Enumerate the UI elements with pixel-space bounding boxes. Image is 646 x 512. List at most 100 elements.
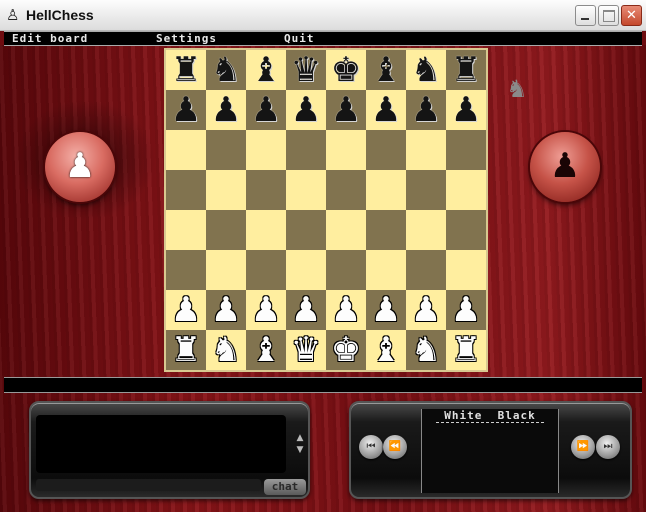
- black-pawn-icon[interactable]: ♟: [166, 90, 206, 130]
- square-e5[interactable]: [326, 170, 366, 210]
- square-h3[interactable]: [446, 250, 486, 290]
- square-g3[interactable]: [406, 250, 446, 290]
- square-b3[interactable]: [206, 250, 246, 290]
- square-g8[interactable]: ♞: [406, 50, 446, 90]
- menu-settings[interactable]: Settings: [156, 32, 217, 45]
- white-pawn-icon[interactable]: ♟: [166, 290, 206, 330]
- next-move-button[interactable]: ⏩: [571, 435, 595, 459]
- white-rook-icon[interactable]: ♜: [446, 330, 486, 370]
- square-b1[interactable]: ♞: [206, 330, 246, 370]
- square-g6[interactable]: [406, 130, 446, 170]
- square-c6[interactable]: [246, 130, 286, 170]
- white-pawn-icon[interactable]: ♟: [326, 290, 366, 330]
- square-f1[interactable]: ♝: [366, 330, 406, 370]
- square-a1[interactable]: ♜: [166, 330, 206, 370]
- square-a4[interactable]: [166, 210, 206, 250]
- square-d2[interactable]: ♟: [286, 290, 326, 330]
- chevron-down-icon[interactable]: ▼: [295, 445, 305, 455]
- white-knight-icon[interactable]: ♞: [206, 330, 246, 370]
- chat-button[interactable]: chat: [264, 479, 306, 495]
- white-pawn-icon[interactable]: ♟: [406, 290, 446, 330]
- black-queen-icon[interactable]: ♛: [286, 50, 326, 90]
- white-bishop-icon[interactable]: ♝: [366, 330, 406, 370]
- square-e3[interactable]: [326, 250, 366, 290]
- white-bishop-icon[interactable]: ♝: [246, 330, 286, 370]
- square-b4[interactable]: [206, 210, 246, 250]
- square-f8[interactable]: ♝: [366, 50, 406, 90]
- square-f3[interactable]: [366, 250, 406, 290]
- black-pawn-icon[interactable]: ♟: [286, 90, 326, 130]
- square-h6[interactable]: [446, 130, 486, 170]
- square-g1[interactable]: ♞: [406, 330, 446, 370]
- black-knight-icon[interactable]: ♞: [206, 50, 246, 90]
- black-bishop-icon[interactable]: ♝: [366, 50, 406, 90]
- white-rook-icon[interactable]: ♜: [166, 330, 206, 370]
- black-pawn-icon[interactable]: ♟: [446, 90, 486, 130]
- square-a7[interactable]: ♟: [166, 90, 206, 130]
- square-d4[interactable]: [286, 210, 326, 250]
- square-e8[interactable]: ♚: [326, 50, 366, 90]
- square-h8[interactable]: ♜: [446, 50, 486, 90]
- square-c1[interactable]: ♝: [246, 330, 286, 370]
- black-rook-icon[interactable]: ♜: [446, 50, 486, 90]
- square-h7[interactable]: ♟: [446, 90, 486, 130]
- square-e1[interactable]: ♚: [326, 330, 366, 370]
- white-pawn-icon[interactable]: ♟: [206, 290, 246, 330]
- square-f7[interactable]: ♟: [366, 90, 406, 130]
- square-e6[interactable]: [326, 130, 366, 170]
- square-b5[interactable]: [206, 170, 246, 210]
- square-d1[interactable]: ♛: [286, 330, 326, 370]
- white-pawn-icon[interactable]: ♟: [286, 290, 326, 330]
- white-pawn-icon[interactable]: ♟: [366, 290, 406, 330]
- square-b2[interactable]: ♟: [206, 290, 246, 330]
- square-f6[interactable]: [366, 130, 406, 170]
- square-e4[interactable]: [326, 210, 366, 250]
- close-button[interactable]: ✕: [621, 5, 642, 26]
- chevron-up-icon[interactable]: ▲: [295, 433, 305, 443]
- square-a8[interactable]: ♜: [166, 50, 206, 90]
- square-a6[interactable]: [166, 130, 206, 170]
- square-a2[interactable]: ♟: [166, 290, 206, 330]
- square-h1[interactable]: ♜: [446, 330, 486, 370]
- square-c8[interactable]: ♝: [246, 50, 286, 90]
- menu-edit-board[interactable]: Edit board: [12, 32, 88, 45]
- square-c2[interactable]: ♟: [246, 290, 286, 330]
- square-c4[interactable]: [246, 210, 286, 250]
- square-a3[interactable]: [166, 250, 206, 290]
- first-move-button[interactable]: ⏮: [359, 435, 383, 459]
- square-e7[interactable]: ♟: [326, 90, 366, 130]
- square-b8[interactable]: ♞: [206, 50, 246, 90]
- black-bishop-icon[interactable]: ♝: [246, 50, 286, 90]
- black-pawn-icon[interactable]: ♟: [326, 90, 366, 130]
- white-pawn-icon[interactable]: ♟: [446, 290, 486, 330]
- square-f2[interactable]: ♟: [366, 290, 406, 330]
- square-g2[interactable]: ♟: [406, 290, 446, 330]
- square-h5[interactable]: [446, 170, 486, 210]
- square-c5[interactable]: [246, 170, 286, 210]
- black-pawn-icon[interactable]: ♟: [406, 90, 446, 130]
- black-pawn-icon[interactable]: ♟: [366, 90, 406, 130]
- square-a5[interactable]: [166, 170, 206, 210]
- maximize-button[interactable]: [598, 5, 619, 26]
- square-d5[interactable]: [286, 170, 326, 210]
- white-knight-icon[interactable]: ♞: [406, 330, 446, 370]
- white-player-orb[interactable]: ♟: [45, 132, 115, 202]
- square-c7[interactable]: ♟: [246, 90, 286, 130]
- white-pawn-icon[interactable]: ♟: [246, 290, 286, 330]
- chat-input[interactable]: [36, 479, 261, 491]
- square-b7[interactable]: ♟: [206, 90, 246, 130]
- black-king-icon[interactable]: ♚: [326, 50, 366, 90]
- square-c3[interactable]: [246, 250, 286, 290]
- previous-move-button[interactable]: ⏪: [383, 435, 407, 459]
- chess-board[interactable]: ♜ ♞ ♝ ♛ ♚ ♝ ♞ ♜ ♟ ♟ ♟ ♟ ♟ ♟ ♟ ♟ ♟ ♟ ♟ ♟ ♟ ♟ ♟ ♟ ♜ ♞ ♝ ♛ ♚ ♝ ♞ ♜: [166, 50, 486, 370]
- minimize-button[interactable]: [575, 5, 596, 26]
- square-d8[interactable]: ♛: [286, 50, 326, 90]
- square-h2[interactable]: ♟: [446, 290, 486, 330]
- square-g4[interactable]: [406, 210, 446, 250]
- square-b6[interactable]: [206, 130, 246, 170]
- square-d6[interactable]: [286, 130, 326, 170]
- square-d7[interactable]: ♟: [286, 90, 326, 130]
- square-d3[interactable]: [286, 250, 326, 290]
- menu-quit[interactable]: Quit: [284, 32, 315, 45]
- black-player-orb[interactable]: ♟: [530, 132, 600, 202]
